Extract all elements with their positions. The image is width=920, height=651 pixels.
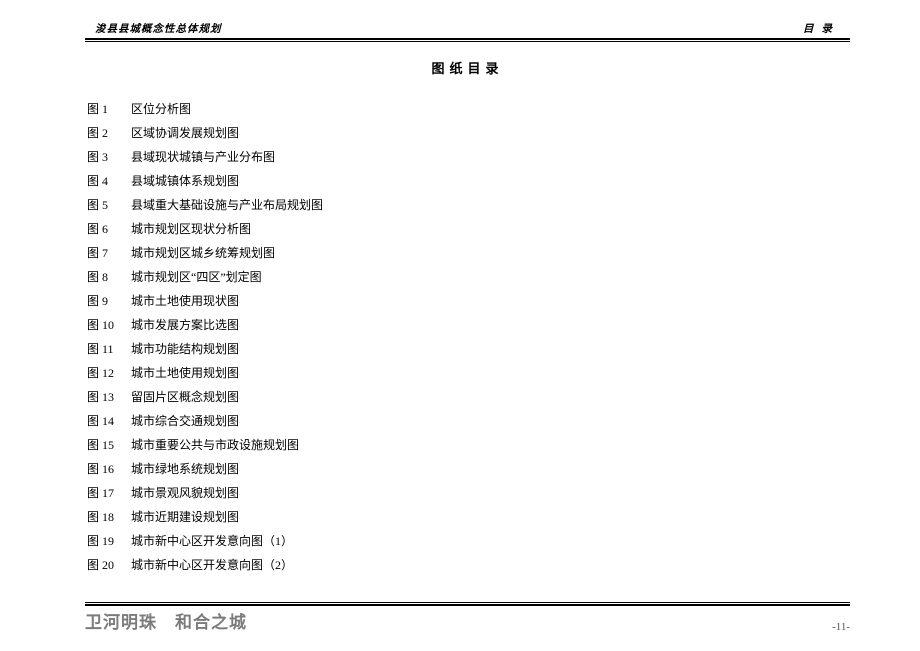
figure-title: 城市新中心区开发意向图（1） xyxy=(131,529,293,553)
list-item: 图 13留固片区概念规划图 xyxy=(87,385,850,409)
figure-title: 城市规划区城乡统筹规划图 xyxy=(131,241,275,265)
figure-label: 图 2 xyxy=(87,121,131,145)
list-item: 图 18城市近期建设规划图 xyxy=(87,505,850,529)
figure-label: 图 12 xyxy=(87,361,131,385)
figure-label: 图 1 xyxy=(87,97,131,121)
list-item: 图 17城市景观风貌规划图 xyxy=(87,481,850,505)
document-page: 浚县县城概念性总体规划 目录 图纸目录 图 1区位分析图图 2区域协调发展规划图… xyxy=(0,0,920,651)
figure-list: 图 1区位分析图图 2区域协调发展规划图图 3县域现状城镇与产业分布图图 4县域… xyxy=(85,97,850,577)
figure-label: 图 14 xyxy=(87,409,131,433)
figure-title: 城市近期建设规划图 xyxy=(131,505,239,529)
header-row: 浚县县城概念性总体规划 目录 xyxy=(85,21,850,40)
figure-label: 图 6 xyxy=(87,217,131,241)
list-item: 图 20城市新中心区开发意向图（2） xyxy=(87,553,850,577)
header-title-right: 目录 xyxy=(803,21,840,36)
list-item: 图 15城市重要公共与市政设施规划图 xyxy=(87,433,850,457)
figure-title: 城市规划区现状分析图 xyxy=(131,217,251,241)
footer-slogan-b: 和合之城 xyxy=(175,613,247,632)
figure-title: 县域重大基础设施与产业布局规划图 xyxy=(131,193,323,217)
figure-label: 图 13 xyxy=(87,385,131,409)
list-item: 图 6城市规划区现状分析图 xyxy=(87,217,850,241)
figure-title: 城市功能结构规划图 xyxy=(131,337,239,361)
list-item: 图 8城市规划区“四区”划定图 xyxy=(87,265,850,289)
header-title-left: 浚县县城概念性总体规划 xyxy=(95,21,222,36)
figure-title: 城市土地使用现状图 xyxy=(131,289,239,313)
list-item: 图 5县域重大基础设施与产业布局规划图 xyxy=(87,193,850,217)
figure-title: 县域城镇体系规划图 xyxy=(131,169,239,193)
list-item: 图 1区位分析图 xyxy=(87,97,850,121)
figure-title: 城市综合交通规划图 xyxy=(131,409,239,433)
list-item: 图 2区域协调发展规划图 xyxy=(87,121,850,145)
footer-slogan-a: 卫河明珠 xyxy=(85,613,157,632)
footer-row: 卫河明珠和合之城 -11- xyxy=(85,604,850,633)
figure-label: 图 15 xyxy=(87,433,131,457)
figure-label: 图 20 xyxy=(87,553,131,577)
list-item: 图 16城市绿地系统规划图 xyxy=(87,457,850,481)
figure-title: 县域现状城镇与产业分布图 xyxy=(131,145,275,169)
page-number: -11- xyxy=(832,621,850,633)
figure-label: 图 9 xyxy=(87,289,131,313)
list-item: 图 19城市新中心区开发意向图（1） xyxy=(87,529,850,553)
figure-label: 图 11 xyxy=(87,337,131,361)
figure-label: 图 5 xyxy=(87,193,131,217)
footer-slogan: 卫河明珠和合之城 xyxy=(85,608,247,633)
list-item: 图 14城市综合交通规划图 xyxy=(87,409,850,433)
list-item: 图 4县域城镇体系规划图 xyxy=(87,169,850,193)
figure-title: 留固片区概念规划图 xyxy=(131,385,239,409)
figure-title: 区域协调发展规划图 xyxy=(131,121,239,145)
figure-title: 城市景观风貌规划图 xyxy=(131,481,239,505)
figure-title: 城市新中心区开发意向图（2） xyxy=(131,553,293,577)
figure-label: 图 16 xyxy=(87,457,131,481)
list-item: 图 9城市土地使用现状图 xyxy=(87,289,850,313)
figure-title: 城市规划区“四区”划定图 xyxy=(131,265,262,289)
figure-label: 图 18 xyxy=(87,505,131,529)
list-item: 图 10城市发展方案比选图 xyxy=(87,313,850,337)
figure-label: 图 10 xyxy=(87,313,131,337)
list-item: 图 11城市功能结构规划图 xyxy=(87,337,850,361)
list-item: 图 12城市土地使用规划图 xyxy=(87,361,850,385)
figure-label: 图 7 xyxy=(87,241,131,265)
figure-title: 城市绿地系统规划图 xyxy=(131,457,239,481)
section-title: 图纸目录 xyxy=(85,58,850,77)
figure-title: 区位分析图 xyxy=(131,97,191,121)
figure-label: 图 4 xyxy=(87,169,131,193)
figure-label: 图 17 xyxy=(87,481,131,505)
figure-title: 城市发展方案比选图 xyxy=(131,313,239,337)
figure-label: 图 3 xyxy=(87,145,131,169)
figure-title: 城市重要公共与市政设施规划图 xyxy=(131,433,299,457)
figure-title: 城市土地使用规划图 xyxy=(131,361,239,385)
figure-label: 图 19 xyxy=(87,529,131,553)
list-item: 图 3县域现状城镇与产业分布图 xyxy=(87,145,850,169)
figure-label: 图 8 xyxy=(87,265,131,289)
list-item: 图 7城市规划区城乡统筹规划图 xyxy=(87,241,850,265)
